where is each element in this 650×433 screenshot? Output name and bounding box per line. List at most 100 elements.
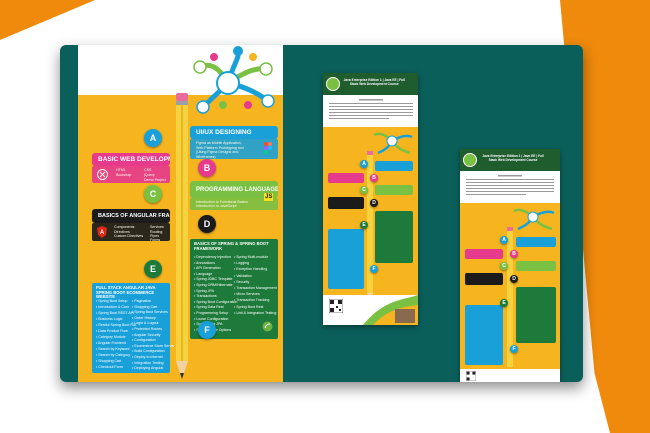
mind-map-icon	[513, 208, 555, 231]
section-f-badge: F	[198, 321, 216, 339]
list-item: • Spring JDBC Template	[194, 277, 233, 282]
list-item: • Pagination	[132, 299, 152, 303]
mini-block-pink	[465, 249, 503, 259]
js-logo-icon: JS	[264, 193, 274, 201]
list-item: • Spring Multi-module	[234, 255, 269, 259]
mini-badge-f: F	[370, 265, 378, 273]
list-item: • Deploy to Internet	[132, 355, 163, 359]
list-item: • Deploying Angular	[132, 366, 164, 371]
list-item: • Transaction Management	[234, 286, 277, 290]
poster-header-title: Java Enterprise Edition 1 | Java EE | Fu…	[482, 154, 544, 162]
list-item: • Transaction Tracking	[234, 298, 270, 303]
mini-badge-d: D	[510, 275, 518, 283]
section-b-item: Bootstrap	[116, 173, 132, 177]
section-d-item: Forms	[150, 238, 161, 242]
section-b-item: HTML	[116, 168, 126, 172]
list-item: • Integration Testing	[132, 360, 164, 365]
mini-block-pink	[328, 173, 364, 183]
section-e-badge: E	[144, 260, 162, 278]
list-item: • Spring Boot Services	[132, 310, 168, 315]
list-item: • Loose Configuration	[194, 316, 229, 321]
section-d-item: Custom Directives	[114, 234, 144, 238]
section-a-badge: A	[144, 129, 162, 147]
list-item: • Introduction & Core	[96, 305, 130, 309]
list-item: • Restful Spring Boot Full	[96, 323, 137, 327]
poster-header: Java Enterprise Edition 1 | Java EE | Fu…	[460, 149, 560, 171]
footer-swoosh	[363, 295, 418, 325]
list-item: • Business Logic	[96, 317, 123, 321]
list-item: • Spring ORM/Hibernate	[194, 283, 233, 287]
mini-badge-a: A	[500, 236, 508, 244]
brand-logo-icon	[326, 77, 340, 91]
mini-badge-b: B	[510, 250, 518, 258]
list-item: • Order History	[132, 315, 156, 320]
list-item: • Spring Boot Configuration	[194, 299, 238, 304]
list-item: • Category Module	[96, 335, 126, 339]
mini-badge-c: C	[360, 186, 368, 194]
section-f-box: FULL STACK ANGULAR JAVA SPRING BOOT ECOM…	[92, 283, 175, 373]
mini-badge-d: D	[370, 199, 378, 207]
mini-badge-e: E	[500, 299, 508, 307]
list-item: • Build Configuration	[132, 349, 165, 354]
figma-icon	[264, 142, 272, 154]
section-b-badge: B	[198, 159, 216, 177]
poster-header: Java Enterprise Edition 1 | Java EE | Fu…	[323, 73, 418, 95]
list-item: • Spring JPA	[194, 288, 214, 293]
list-item: • Security	[234, 279, 250, 284]
mini-badge-c: C	[500, 262, 508, 270]
list-item: • Annotations	[194, 260, 216, 265]
mini-block-black	[465, 273, 503, 285]
mini-block-darkgreen	[375, 211, 413, 263]
section-f-title: FULL STACK ANGULAR JAVA SPRING BOOT ECOM…	[96, 285, 156, 300]
html-icon	[97, 169, 108, 180]
list-item: • API Generation	[194, 266, 221, 271]
list-item: • Logging	[234, 261, 250, 266]
poster-preview-right: Java Enterprise Edition 1 | Java EE | Fu…	[460, 149, 560, 382]
mini-block-blue	[375, 161, 413, 171]
mini-block-blue2	[465, 305, 503, 365]
list-item: • Shopping Cart	[96, 359, 122, 363]
section-d-badge: D	[198, 215, 216, 233]
list-item: • Transactions	[194, 294, 217, 299]
mini-block-green	[375, 185, 413, 195]
mini-badge-b: B	[370, 174, 378, 182]
list-item: • Angular Security	[132, 332, 161, 337]
qr-code-icon	[466, 371, 476, 381]
list-item: • Configuration	[132, 338, 156, 343]
poster-preview-middle: Java Enterprise Edition 1 | Java EE | Fu…	[323, 73, 418, 325]
main-poster: A UI/UX DESIGNING Figma as Mobile Applic…	[78, 45, 283, 382]
list-item: • Validation	[234, 273, 252, 278]
section-d-title: BASICS OF ANGULAR FRAME WORK	[92, 209, 170, 223]
list-item: • Dependency Injection	[194, 255, 231, 259]
section-e-title: BASICS OF SPRING & SPRING BOOT FRAMEWORK	[194, 241, 269, 251]
mind-map-icon	[373, 132, 413, 155]
qr-code-icon	[329, 299, 343, 313]
section-a-title: UI/UX DESIGNING	[190, 126, 278, 139]
list-item: • Login & Logout	[132, 321, 159, 326]
list-item: • Exception Handling	[234, 267, 268, 272]
list-item: • Micro Services	[234, 292, 260, 297]
mini-block-darkgreen	[516, 287, 556, 343]
list-item: • Protected Routes	[132, 327, 163, 331]
mini-badge-e: E	[360, 221, 368, 229]
poster-header-title: Java Enterprise Edition 1 | Java EE | Fu…	[343, 78, 405, 86]
mini-block-green	[516, 261, 556, 271]
list-item: • Angular Frontend	[96, 341, 126, 345]
section-c-badge: C	[144, 185, 162, 203]
mini-block-blue	[516, 237, 556, 247]
list-item: • Programming Setup	[194, 311, 229, 315]
angular-logo-icon: A	[97, 226, 107, 238]
orange-band-top	[0, 0, 95, 40]
intro-text-lines	[466, 175, 554, 195]
list-item: • Checkout Form	[96, 365, 123, 369]
list-item: • Ecommerce Store Server	[132, 343, 175, 348]
mini-badge-a: A	[360, 160, 368, 168]
list-item: • Unit & Integration Testing	[234, 310, 277, 315]
list-item: • Spring Boot Setup	[96, 299, 128, 303]
pencil-icon	[176, 93, 188, 379]
list-item: • Spring Boot REST API	[96, 311, 135, 315]
section-b-title: BASIC WEB DEVELOPMENT	[92, 153, 170, 166]
intro-text-lines	[329, 99, 413, 119]
mini-block-black	[328, 197, 364, 209]
list-item: • Spring Data Rest	[194, 305, 224, 310]
